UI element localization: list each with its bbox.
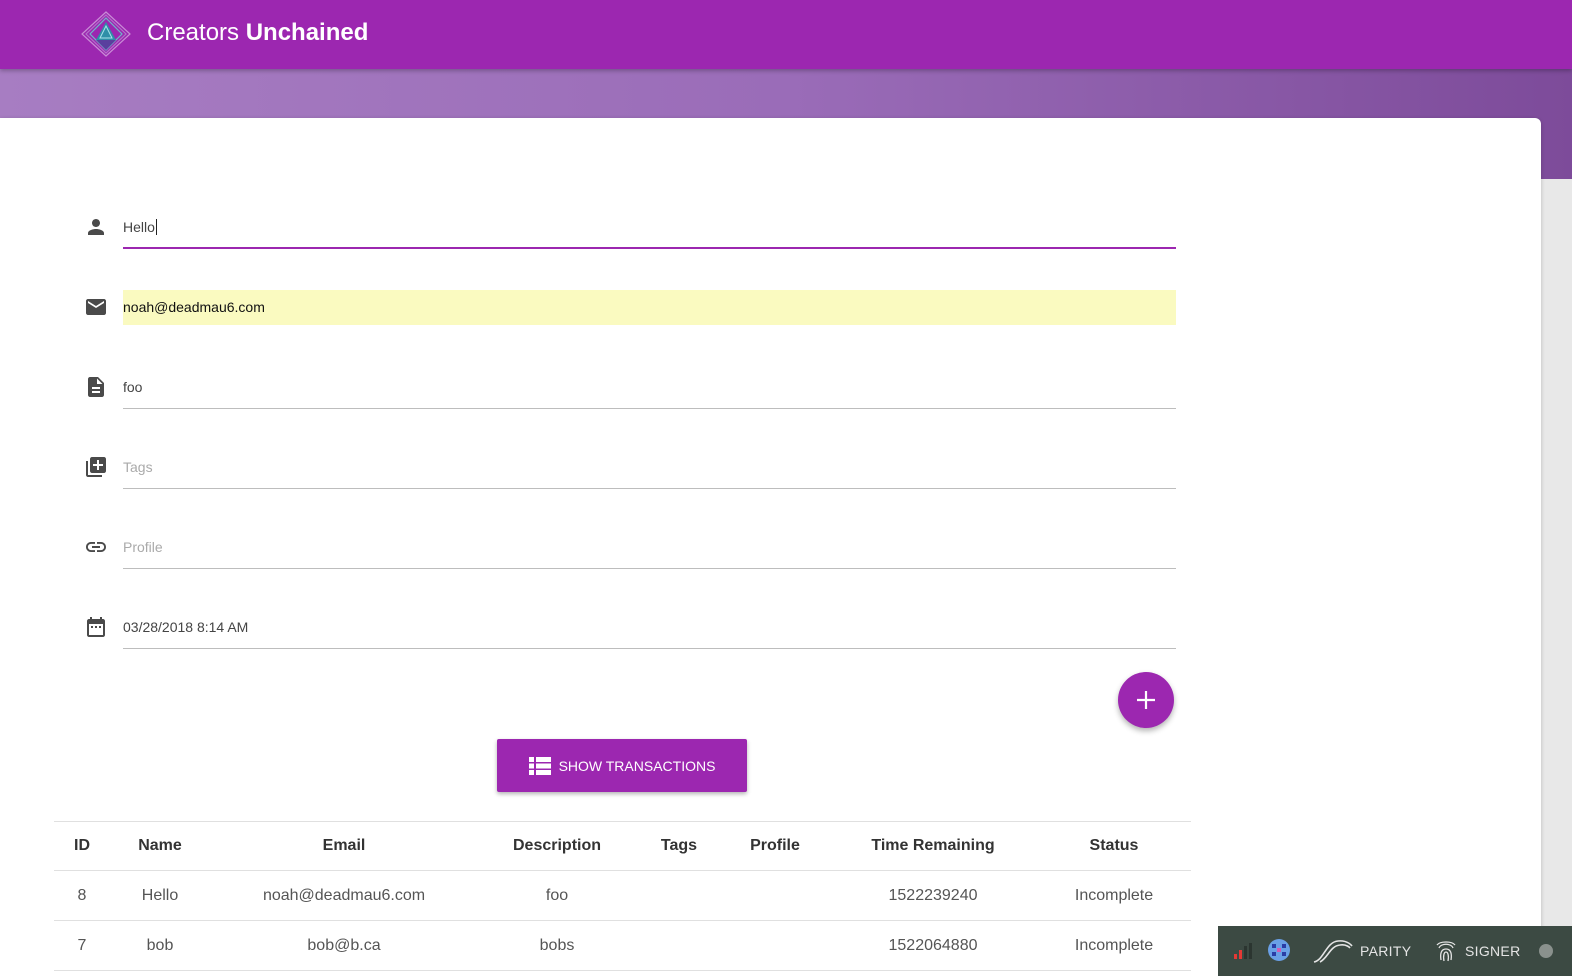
- cell-name: bob: [146, 936, 174, 954]
- signer-button[interactable]: SIGNER: [1465, 943, 1520, 959]
- deadline-input[interactable]: 03/28/2018 8:14 AM: [123, 619, 248, 635]
- deadline-field[interactable]: 03/28/2018 8:14 AM: [84, 609, 1176, 649]
- cell-time-remaining: 1522239240: [888, 886, 978, 904]
- person-icon: [88, 219, 104, 235]
- cell-time-remaining: 1522064880: [888, 936, 978, 954]
- profile-field[interactable]: Profile: [84, 529, 1176, 569]
- tags-underline: [123, 488, 1176, 489]
- column-header-profile[interactable]: Profile: [750, 822, 800, 870]
- name-field[interactable]: Hello: [84, 209, 1176, 249]
- tags-field[interactable]: Tags: [84, 449, 1176, 489]
- description-field[interactable]: foo: [84, 369, 1176, 409]
- library-add-icon: [86, 457, 106, 477]
- cell-description: foo: [545, 886, 569, 904]
- brand-title: Creators Unchained: [147, 19, 369, 46]
- cell-status: Incomplete: [1074, 936, 1154, 954]
- name-input[interactable]: Hello: [123, 219, 157, 235]
- fingerprint-icon: [1436, 941, 1456, 962]
- email-field[interactable]: noah@deadmau6.com: [84, 289, 1176, 329]
- email-icon: [86, 299, 106, 315]
- list-icon: [528, 756, 551, 775]
- email-value: noah@deadmau6.com: [123, 299, 265, 315]
- table-row[interactable]: 7 bob bob@b.ca bobs 1522064880 Incomplet…: [54, 921, 1191, 971]
- deadline-underline: [123, 648, 1176, 649]
- parity-button[interactable]: PARITY: [1360, 943, 1411, 959]
- cell-id: 7: [77, 936, 87, 954]
- show-transactions-button[interactable]: SHOW TRANSACTIONS: [497, 739, 747, 792]
- plus-icon: [1137, 691, 1155, 709]
- requests-table: ID Name Email Description Tags Profile T…: [54, 821, 1191, 971]
- name-underline: [123, 247, 1176, 249]
- cell-email: bob@b.ca: [307, 936, 381, 954]
- column-header-email[interactable]: Email: [323, 822, 366, 870]
- column-header-tags[interactable]: Tags: [661, 822, 697, 870]
- signal-strength-icon[interactable]: [1234, 943, 1252, 959]
- description-icon: [88, 377, 104, 397]
- email-input[interactable]: noah@deadmau6.com: [123, 290, 1176, 325]
- cell-email: noah@deadmau6.com: [262, 886, 426, 904]
- column-header-id[interactable]: ID: [74, 822, 90, 870]
- profile-input[interactable]: Profile: [123, 539, 163, 555]
- app-bar: Creators Unchained: [0, 0, 1572, 69]
- cell-description: bobs: [539, 936, 575, 954]
- parity-status-bar: PARITY SIGNER: [1218, 926, 1572, 976]
- cell-status: Incomplete: [1074, 886, 1154, 904]
- column-header-status[interactable]: Status: [1090, 822, 1139, 870]
- status-dot-icon: [1539, 944, 1553, 958]
- link-icon: [86, 542, 106, 552]
- add-request-button[interactable]: [1118, 672, 1174, 728]
- text-caret: [155, 219, 157, 235]
- show-transactions-label: SHOW TRANSACTIONS: [558, 757, 716, 774]
- parity-logo-icon: [1313, 940, 1353, 963]
- column-header-description[interactable]: Description: [513, 822, 601, 870]
- cell-name: Hello: [141, 886, 179, 904]
- calendar-icon: [87, 617, 105, 637]
- table-row[interactable]: 8 Hello noah@deadmau6.com foo 1522239240…: [54, 871, 1191, 921]
- creators-unchained-logo-icon[interactable]: [78, 10, 134, 58]
- main-card: Hello noah@deadmau6.com foo Tags Profile: [0, 118, 1541, 976]
- table-header-row: ID Name Email Description Tags Profile T…: [54, 822, 1191, 871]
- description-underline: [123, 408, 1176, 409]
- identicon-icon[interactable]: [1268, 939, 1290, 961]
- column-header-time-remaining[interactable]: Time Remaining: [871, 822, 994, 870]
- description-input[interactable]: foo: [123, 379, 142, 395]
- profile-underline: [123, 568, 1176, 569]
- tags-input[interactable]: Tags: [123, 459, 153, 475]
- cell-id: 8: [77, 886, 87, 904]
- column-header-name[interactable]: Name: [138, 822, 182, 870]
